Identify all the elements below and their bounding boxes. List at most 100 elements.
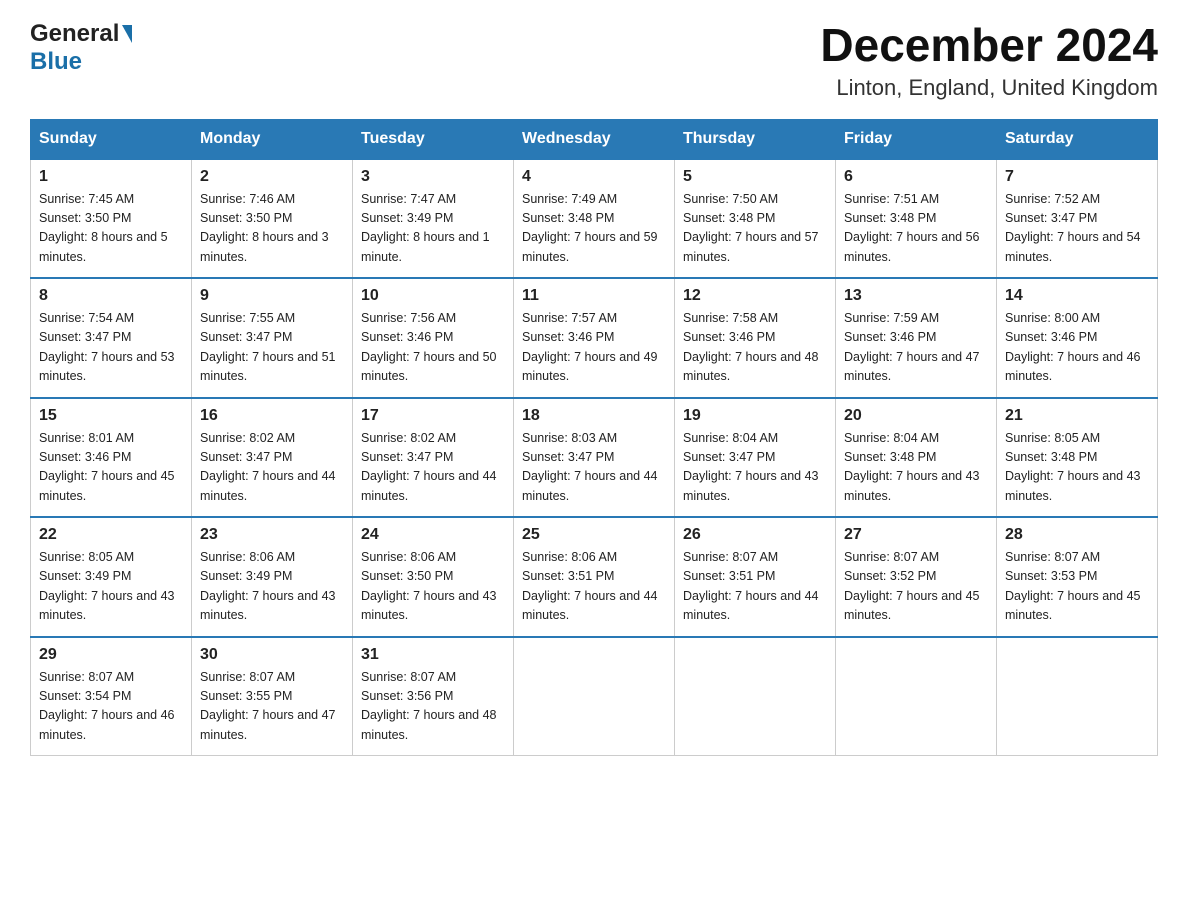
day-info: Sunrise: 8:03 AM Sunset: 3:47 PM Dayligh… [522,429,666,507]
page-title: December 2024 [820,20,1158,71]
col-sunday: Sunday [31,119,192,159]
day-info: Sunrise: 7:52 AM Sunset: 3:47 PM Dayligh… [1005,190,1149,268]
day-number: 10 [361,287,505,305]
table-row: 14Sunrise: 8:00 AM Sunset: 3:46 PM Dayli… [997,278,1158,398]
table-row: 27 Sunrise: 8:07 AM Sunset: 3:52 PM Dayli… [836,517,997,637]
day-info: Sunrise: 7:55 AM Sunset: 3:47 PM Dayligh… [200,309,344,387]
day-info: Sunrise: 7:51 AM Sunset: 3:48 PM Dayligh… [844,190,988,268]
table-row: 15 Sunrise: 8:01 AM Sunset: 3:46 PM Dayli… [31,398,192,518]
col-tuesday: Tuesday [353,119,514,159]
table-row: 9 Sunrise: 7:55 AM Sunset: 3:47 PM Daylig… [192,278,353,398]
col-monday: Monday [192,119,353,159]
day-number: 18 [522,407,666,425]
table-row: 2 Sunrise: 7:46 AM Sunset: 3:50 PM Daylig… [192,159,353,279]
day-info: Sunrise: 8:02 AM Sunset: 3:47 PM Dayligh… [200,429,344,507]
table-row: 28 Sunrise: 8:07 AM Sunset: 3:53 PM Dayli… [997,517,1158,637]
day-number: 15 [39,407,183,425]
table-row: 4 Sunrise: 7:49 AM Sunset: 3:48 PM Daylig… [514,159,675,279]
table-row [675,637,836,756]
table-row [836,637,997,756]
table-row: 19Sunrise: 8:04 AM Sunset: 3:47 PM Dayli… [675,398,836,518]
table-row: 6 Sunrise: 7:51 AM Sunset: 3:48 PM Daylig… [836,159,997,279]
calendar-table: Sunday Monday Tuesday Wednesday Thursday… [30,119,1158,757]
table-row: 1Sunrise: 7:45 AM Sunset: 3:50 PM Daylig… [31,159,192,279]
day-info: Sunrise: 7:59 AM Sunset: 3:46 PM Dayligh… [844,309,988,387]
calendar-week-row: 29 Sunrise: 8:07 AM Sunset: 3:54 PM Dayli… [31,637,1158,756]
day-number: 3 [361,168,505,186]
day-number: 26 [683,526,827,544]
page-subtitle: Linton, England, United Kingdom [820,75,1158,101]
table-row: 13 Sunrise: 7:59 AM Sunset: 3:46 PM Dayli… [836,278,997,398]
calendar-week-row: 8Sunrise: 7:54 AM Sunset: 3:47 PM Daylig… [31,278,1158,398]
day-info: Sunrise: 8:07 AM Sunset: 3:56 PM Dayligh… [361,668,505,746]
calendar-week-row: 22 Sunrise: 8:05 AM Sunset: 3:49 PM Dayli… [31,517,1158,637]
day-info: Sunrise: 7:56 AM Sunset: 3:46 PM Dayligh… [361,309,505,387]
day-number: 22 [39,526,183,544]
day-info: Sunrise: 8:05 AM Sunset: 3:49 PM Dayligh… [39,548,183,626]
day-info: Sunrise: 8:05 AM Sunset: 3:48 PM Dayligh… [1005,429,1149,507]
table-row: 18 Sunrise: 8:03 AM Sunset: 3:47 PM Dayli… [514,398,675,518]
title-block: December 2024 Linton, England, United Ki… [820,20,1158,101]
table-row: 7 Sunrise: 7:52 AM Sunset: 3:47 PM Daylig… [997,159,1158,279]
day-number: 25 [522,526,666,544]
calendar-week-row: 1Sunrise: 7:45 AM Sunset: 3:50 PM Daylig… [31,159,1158,279]
day-info: Sunrise: 8:07 AM Sunset: 3:52 PM Dayligh… [844,548,988,626]
day-info: Sunrise: 7:57 AM Sunset: 3:46 PM Dayligh… [522,309,666,387]
day-number: 23 [200,526,344,544]
col-friday: Friday [836,119,997,159]
day-info: Sunrise: 8:07 AM Sunset: 3:55 PM Dayligh… [200,668,344,746]
table-row: 16Sunrise: 8:02 AM Sunset: 3:47 PM Dayli… [192,398,353,518]
day-number: 8 [39,287,183,305]
table-row: 26 Sunrise: 8:07 AM Sunset: 3:51 PM Dayli… [675,517,836,637]
table-row: 21Sunrise: 8:05 AM Sunset: 3:48 PM Dayli… [997,398,1158,518]
day-info: Sunrise: 8:06 AM Sunset: 3:49 PM Dayligh… [200,548,344,626]
day-info: Sunrise: 7:49 AM Sunset: 3:48 PM Dayligh… [522,190,666,268]
day-info: Sunrise: 7:50 AM Sunset: 3:48 PM Dayligh… [683,190,827,268]
table-row: 31 Sunrise: 8:07 AM Sunset: 3:56 PM Dayli… [353,637,514,756]
day-number: 6 [844,168,988,186]
table-row [514,637,675,756]
day-number: 27 [844,526,988,544]
day-info: Sunrise: 7:58 AM Sunset: 3:46 PM Dayligh… [683,309,827,387]
day-number: 17 [361,407,505,425]
day-number: 20 [844,407,988,425]
logo-arrow-icon [122,25,132,43]
table-row: 20Sunrise: 8:04 AM Sunset: 3:48 PM Dayli… [836,398,997,518]
day-number: 24 [361,526,505,544]
table-row: 12 Sunrise: 7:58 AM Sunset: 3:46 PM Dayli… [675,278,836,398]
table-row: 30Sunrise: 8:07 AM Sunset: 3:55 PM Dayli… [192,637,353,756]
page-header: General Blue December 2024 Linton, Engla… [30,20,1158,101]
table-row: 5 Sunrise: 7:50 AM Sunset: 3:48 PM Daylig… [675,159,836,279]
day-info: Sunrise: 8:01 AM Sunset: 3:46 PM Dayligh… [39,429,183,507]
logo: General Blue [30,20,132,76]
day-number: 28 [1005,526,1149,544]
day-info: Sunrise: 8:07 AM Sunset: 3:54 PM Dayligh… [39,668,183,746]
day-number: 11 [522,287,666,305]
day-number: 2 [200,168,344,186]
day-info: Sunrise: 8:07 AM Sunset: 3:53 PM Dayligh… [1005,548,1149,626]
col-thursday: Thursday [675,119,836,159]
col-saturday: Saturday [997,119,1158,159]
table-row: 17Sunrise: 8:02 AM Sunset: 3:47 PM Dayli… [353,398,514,518]
day-number: 4 [522,168,666,186]
day-info: Sunrise: 7:47 AM Sunset: 3:49 PM Dayligh… [361,190,505,268]
day-number: 14 [1005,287,1149,305]
day-info: Sunrise: 7:45 AM Sunset: 3:50 PM Dayligh… [39,190,183,268]
table-row [997,637,1158,756]
day-number: 5 [683,168,827,186]
logo-blue-text: Blue [30,48,82,76]
table-row: 29 Sunrise: 8:07 AM Sunset: 3:54 PM Dayli… [31,637,192,756]
day-info: Sunrise: 7:46 AM Sunset: 3:50 PM Dayligh… [200,190,344,268]
day-number: 7 [1005,168,1149,186]
table-row: 24Sunrise: 8:06 AM Sunset: 3:50 PM Dayli… [353,517,514,637]
table-row: 10 Sunrise: 7:56 AM Sunset: 3:46 PM Dayli… [353,278,514,398]
day-info: Sunrise: 8:07 AM Sunset: 3:51 PM Dayligh… [683,548,827,626]
day-number: 9 [200,287,344,305]
day-number: 29 [39,646,183,664]
calendar-header-row: Sunday Monday Tuesday Wednesday Thursday… [31,119,1158,159]
calendar-week-row: 15 Sunrise: 8:01 AM Sunset: 3:46 PM Dayli… [31,398,1158,518]
day-number: 13 [844,287,988,305]
day-number: 31 [361,646,505,664]
day-number: 12 [683,287,827,305]
table-row: 11 Sunrise: 7:57 AM Sunset: 3:46 PM Dayli… [514,278,675,398]
